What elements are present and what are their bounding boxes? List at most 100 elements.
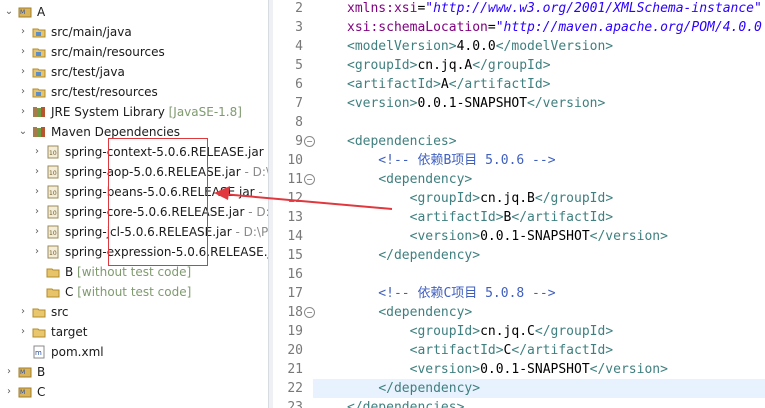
expand-toggle-icon[interactable]: › [4, 362, 14, 382]
tree-item-label: pom.xml [51, 345, 104, 359]
code-line[interactable]: xsi:schemaLocation="http://maven.apache.… [347, 18, 762, 37]
code-token: </artifactId> [511, 343, 614, 358]
expand-toggle-icon[interactable]: › [32, 242, 42, 262]
code-line[interactable]: <groupId>cn.jq.B</groupId> [347, 189, 614, 208]
folder-icon [32, 325, 46, 339]
collapse-toggle-icon[interactable]: ⌄ [4, 2, 14, 22]
line-number: 6 [295, 77, 303, 92]
tree-item-label: src/main/resources [51, 45, 165, 59]
code-token: cn.jq.A [417, 58, 473, 73]
code-token: </groupId> [534, 191, 614, 206]
tree-item-label: C [37, 385, 46, 399]
code-line[interactable]: <groupId>cn.jq.A</groupId> [347, 56, 551, 75]
code-line[interactable]: <modelVersion>4.0.0</modelVersion> [347, 37, 613, 56]
tree-item-decoration: [without test code] [73, 285, 192, 299]
code-token: <version> [409, 362, 481, 377]
expand-toggle-icon[interactable]: › [32, 222, 42, 242]
code-token: 0.0.1-SNAPSHOT [480, 229, 590, 244]
code-token: xmlns:xsi [347, 1, 418, 16]
code-token: <dependency> [378, 305, 473, 320]
code-token: </groupId> [472, 58, 551, 73]
tree-item-decoration: [without test code] [73, 265, 192, 279]
annotation-highlight-box [108, 138, 208, 266]
code-token: </modelVersion> [495, 39, 614, 54]
code-token: 0.0.1-SNAPSHOT [480, 362, 590, 377]
code-token: = [487, 20, 496, 35]
line-number: 19 [287, 324, 303, 339]
line-number: 17 [287, 286, 303, 301]
line-number: 23 [287, 400, 303, 408]
expand-toggle-icon[interactable]: › [18, 322, 28, 342]
collapse-toggle-icon[interactable]: ⌄ [18, 122, 28, 142]
code-line[interactable]: <dependency> [347, 303, 472, 322]
code-token: <!-- 依赖B项目 5.0.6 --> [347, 153, 556, 168]
maven-project-icon: M [18, 365, 32, 379]
expand-toggle-icon[interactable]: › [18, 42, 28, 62]
tree-item-path: - | [258, 185, 268, 199]
expand-toggle-icon[interactable]: › [4, 382, 14, 402]
expand-toggle-icon[interactable]: › [32, 142, 42, 162]
expand-toggle-icon[interactable]: › [18, 302, 28, 322]
tree-item-label: B [37, 365, 46, 379]
code-token: </dependency> [378, 381, 481, 396]
line-number: 11 [287, 172, 303, 187]
tree-item-path: - D:\P [231, 225, 268, 239]
expand-toggle-icon[interactable]: › [32, 202, 42, 222]
code-line[interactable]: <version>0.0.1-SNAPSHOT</version> [347, 360, 668, 379]
code-token: 0.0.1-SNAPSHOT [417, 96, 528, 111]
fold-collapse-icon[interactable]: − [304, 307, 315, 318]
code-line[interactable]: </dependencies> [347, 398, 464, 408]
code-line[interactable]: <artifactId>C</artifactId> [347, 341, 614, 360]
line-number: 13 [287, 210, 303, 225]
code-line[interactable]: <!-- 依赖C项目 5.0.8 --> [347, 284, 555, 303]
code-line[interactable]: <version>0.0.1-SNAPSHOT</version> [347, 94, 605, 113]
line-number: 3 [295, 20, 303, 35]
project-folder-icon [46, 265, 60, 279]
code-line[interactable]: <dependency> [347, 170, 472, 189]
code-line[interactable]: <version>0.0.1-SNAPSHOT</version> [347, 227, 668, 246]
fold-collapse-icon[interactable]: − [304, 136, 315, 147]
code-line[interactable]: </dependency> [347, 379, 480, 398]
code-line[interactable]: <dependencies> [347, 132, 457, 151]
tree-item-decoration: [JavaSE-1.8] [164, 105, 242, 119]
code-token: "http://www.w3.org/2001/XMLSchema-instan… [425, 1, 762, 16]
code-token: <dependencies> [347, 134, 457, 149]
fold-collapse-icon[interactable]: − [304, 174, 315, 185]
line-number: 7 [295, 96, 303, 111]
code-token: </groupId> [534, 324, 614, 339]
line-number: 22 [287, 381, 303, 396]
source-folder-icon [32, 25, 46, 39]
line-number: 14 [287, 229, 303, 244]
tree-item-label: src [51, 305, 69, 319]
expand-toggle-icon[interactable]: › [18, 62, 28, 82]
code-line[interactable]: <groupId>cn.jq.C</groupId> [347, 322, 614, 341]
code-line[interactable]: </dependency> [347, 246, 480, 265]
source-folder-icon [32, 45, 46, 59]
folder-icon [32, 305, 46, 319]
code-line[interactable]: <artifactId>A</artifactId> [347, 75, 551, 94]
expand-toggle-icon[interactable]: › [18, 22, 28, 42]
code-line[interactable]: <artifactId>B</artifactId> [347, 208, 614, 227]
jar-icon: 10 [46, 245, 60, 259]
code-token: </version> [589, 229, 668, 244]
pom-editor[interactable]: 2 3 4 5 6 7 8 9−10 11−12 13 14 15 16 17 18−19 20 21 22 23 … [273, 0, 765, 408]
expand-toggle-icon[interactable]: › [18, 102, 28, 122]
code-line[interactable]: <!-- 依赖B项目 5.0.6 --> [347, 151, 556, 170]
code-token: <artifactId> [347, 77, 441, 92]
code-line[interactable]: xmlns:xsi="http://www.w3.org/2001/XMLSch… [347, 0, 762, 18]
svg-text:10: 10 [49, 250, 57, 257]
expand-toggle-icon[interactable]: › [32, 162, 42, 182]
code-token: <groupId> [347, 58, 418, 73]
expand-toggle-icon[interactable]: › [18, 82, 28, 102]
tree-item-label: JRE System Library [JavaSE-1.8] [51, 105, 242, 119]
jar-icon: 10 [46, 225, 60, 239]
source-folder-icon [32, 65, 46, 79]
line-number: 16 [287, 267, 303, 282]
expand-toggle-icon[interactable]: › [32, 182, 42, 202]
line-number: 18 [287, 305, 303, 320]
